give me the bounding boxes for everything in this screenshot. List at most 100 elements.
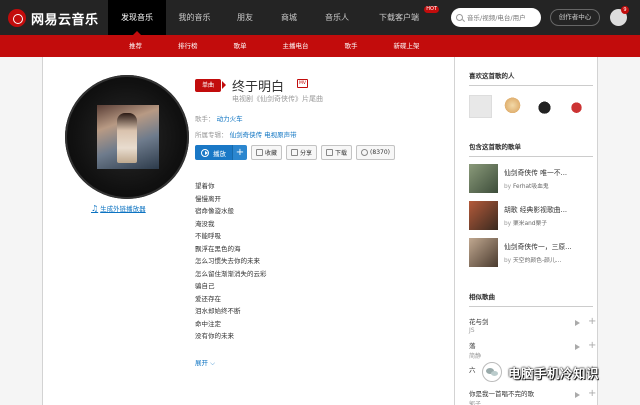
liker-avatar[interactable]	[565, 95, 588, 118]
nav-download-client[interactable]: 下载客户端 HOT	[363, 0, 439, 35]
lyric-line: 宿命像漩水般	[195, 207, 234, 215]
play-icon	[201, 148, 209, 157]
watermark: 电脑手机冷知识	[482, 362, 599, 382]
main-content: ♫ 生成外链播放器 单曲 终于明白 MV 电视剧《仙剑奇侠传》片尾曲 歌手： 动…	[42, 57, 598, 405]
sub-nav: 推荐 排行榜 歌单 主播电台 歌手 新碟上架	[122, 35, 427, 57]
subnav-recommend[interactable]: 推荐	[122, 39, 149, 53]
sidebar: 喜欢这首歌的人 包含这首歌的歌单 仙剑奇侠传 唯一不... by Ferhat吸…	[454, 57, 599, 405]
nav-discover[interactable]: 发现音乐	[108, 0, 166, 35]
album-link[interactable]: 仙剑奇侠传 电视原声带	[230, 131, 297, 139]
liker-avatar[interactable]	[501, 95, 524, 118]
lyric-line: 怎么习惯失去你的未来	[195, 257, 260, 265]
playlist-name[interactable]: 胡歌 经典影视歌曲...	[504, 204, 600, 214]
share-button[interactable]: 分享	[286, 145, 318, 160]
subnav-charts[interactable]: 排行榜	[171, 39, 205, 53]
playlist-item[interactable]: 仙剑奇侠传 唯一不... by Ferhat吸血鬼	[469, 164, 597, 194]
search-box[interactable]	[451, 8, 541, 27]
subnav-playlists[interactable]: 歌单	[227, 39, 254, 53]
mv-icon[interactable]: MV	[297, 79, 308, 88]
related-song-name[interactable]: 落	[469, 340, 476, 350]
search-input[interactable]	[467, 13, 537, 22]
playlist-cover	[469, 164, 498, 193]
subnav-artists[interactable]: 歌手	[338, 39, 365, 53]
add-icon[interactable]: +	[588, 341, 596, 351]
artist-label: 歌手：	[195, 115, 215, 123]
logo[interactable]: 网易云音乐	[8, 8, 99, 28]
cover-figure	[117, 113, 137, 163]
search-icon	[456, 14, 463, 21]
logo-text: 网易云音乐	[31, 12, 99, 28]
play-icon[interactable]	[575, 344, 580, 350]
related-song-name[interactable]: 花与剑	[469, 316, 489, 326]
nav-musician[interactable]: 音乐人	[311, 0, 363, 35]
related-song-item[interactable]: 你是我一首唱不完的歌 郭子 +	[469, 388, 597, 405]
music-note-icon: ♫	[91, 203, 99, 213]
lyric-line: 淹没我	[195, 219, 215, 228]
playlist-item[interactable]: 仙剑奇侠传一，三原... by 天空的颜色-颜儿...	[469, 238, 597, 268]
hot-badge: HOT	[424, 6, 439, 13]
related-song-artist[interactable]: JS	[469, 327, 475, 334]
add-icon[interactable]: +	[588, 389, 596, 399]
play-icon[interactable]	[575, 392, 580, 398]
liker-avatar[interactable]	[469, 95, 492, 118]
artist-link[interactable]: 动力火车	[217, 115, 243, 123]
download-button[interactable]: 下载	[321, 145, 353, 160]
related-song-name[interactable]: 你是我一首唱不完的歌	[469, 388, 534, 398]
top-bar: 网易云音乐 发现音乐 我的音乐 朋友 商城 音乐人 下载客户端 HOT 创作者中…	[0, 0, 640, 35]
collect-button[interactable]: 收藏	[251, 145, 283, 160]
by-label: by	[504, 258, 512, 264]
likers-list	[469, 95, 597, 118]
lyric-line: 慢慢离开	[195, 194, 221, 203]
nav-store[interactable]: 商城	[267, 0, 311, 35]
single-tag: 单曲	[195, 79, 226, 92]
creator-center-button[interactable]: 创作者中心	[550, 9, 600, 26]
related-song-item[interactable]: 花与剑 JS +	[469, 316, 597, 338]
play-label: 播放	[213, 149, 226, 158]
liker-avatar[interactable]	[533, 95, 556, 118]
related-song-artist[interactable]: 郭子	[469, 399, 481, 405]
subnav-new-albums[interactable]: 新碟上架	[387, 39, 427, 53]
play-icon[interactable]	[575, 320, 580, 326]
comment-button[interactable]: (8370)	[356, 145, 395, 160]
playlist-author[interactable]: Ferhat吸血鬼	[513, 184, 549, 190]
playlist-name[interactable]: 仙剑奇侠传一，三原...	[504, 241, 600, 251]
sub-nav-bar: 推荐 排行榜 歌单 主播电台 歌手 新碟上架	[0, 35, 640, 57]
playlist-name[interactable]: 仙剑奇侠传 唯一不...	[504, 167, 600, 177]
nav-my-music[interactable]: 我的音乐	[166, 0, 223, 35]
playlist-cover	[469, 201, 498, 230]
wechat-icon	[482, 362, 502, 382]
lyric-line: 飘浮在黑色的海	[195, 244, 241, 253]
action-buttons: 播放 + 收藏 分享 下载 (8370)	[195, 145, 395, 160]
playlist-author[interactable]: 栗米and栗子	[513, 221, 547, 227]
external-player-link[interactable]: ♫ 生成外链播放器	[91, 203, 146, 214]
external-player-label: 生成外链播放器	[100, 205, 146, 213]
playlist-author[interactable]: 天空的颜色-颜儿...	[513, 258, 561, 264]
lyric-line: 不能呼吸	[195, 232, 221, 240]
notification-badge: 9	[621, 6, 629, 14]
playlist-cover	[469, 238, 498, 267]
expand-label: 展开	[195, 359, 208, 367]
related-song-artist[interactable]: 简静	[469, 351, 481, 360]
lyric-line: 骗自己	[195, 282, 215, 290]
lyric-line: 怎么留住渐渐消失的云彩	[195, 269, 267, 278]
add-to-list-button[interactable]: +	[232, 145, 247, 160]
album-row: 所属专辑： 仙剑奇侠传 电视原声带	[195, 129, 297, 139]
add-icon[interactable]: +	[588, 317, 596, 327]
expand-lyrics-link[interactable]: 展开 ⌵	[195, 357, 215, 368]
playlist-item[interactable]: 胡歌 经典影视歌曲... by 栗米and栗子	[469, 201, 597, 231]
nav-friends[interactable]: 朋友	[223, 0, 267, 35]
related-song-name[interactable]: 六	[469, 364, 476, 374]
collect-label: 收藏	[265, 150, 278, 157]
comment-count: (8370)	[370, 149, 390, 156]
subnav-radio[interactable]: 主播电台	[276, 39, 316, 53]
album-cover	[97, 105, 159, 169]
related-songs-title: 相似歌曲	[469, 291, 593, 307]
lyric-line: 望着你	[195, 182, 215, 190]
related-song-item[interactable]: 落 简静 +	[469, 340, 597, 362]
play-button[interactable]: 播放	[195, 145, 232, 160]
playlists-title: 包含这首歌的歌单	[469, 141, 593, 157]
netease-logo-icon	[8, 9, 26, 27]
nav-download-label: 下载客户端	[379, 13, 419, 22]
playlist-author-row: by Ferhat吸血鬼	[504, 181, 549, 190]
lyric-line: 命中注定	[195, 319, 221, 328]
